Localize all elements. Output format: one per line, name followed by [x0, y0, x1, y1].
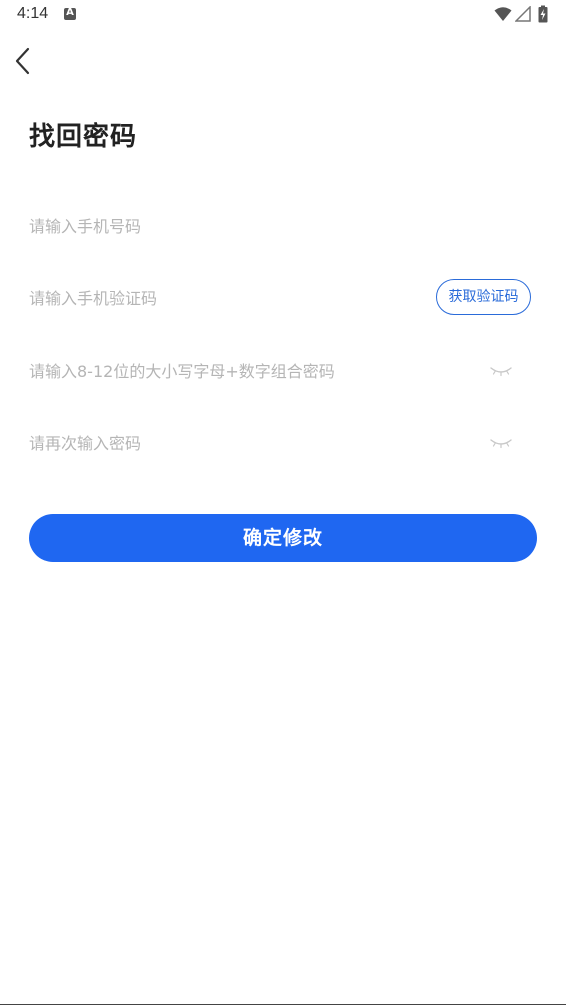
- page-title: 找回密码: [29, 122, 138, 152]
- code-row: 获取验证码: [29, 278, 537, 318]
- bottom-divider: [0, 1004, 566, 1005]
- password-input[interactable]: [29, 351, 469, 391]
- get-code-button[interactable]: 获取验证码: [436, 279, 531, 315]
- confirm-password-input[interactable]: [29, 423, 469, 463]
- confirm-change-button[interactable]: 确定修改: [29, 514, 537, 562]
- a-icon-letter: A: [66, 7, 74, 18]
- eye-closed-icon[interactable]: [489, 435, 513, 451]
- eye-closed-icon[interactable]: [489, 363, 513, 379]
- battery-charging-icon: [538, 5, 548, 23]
- signal-icon: [515, 6, 531, 22]
- back-button[interactable]: [10, 44, 40, 78]
- a-icon: A: [64, 7, 76, 20]
- status-bar: 4:14 A: [0, 0, 566, 30]
- verification-code-input[interactable]: [29, 278, 409, 318]
- phone-row: [29, 206, 537, 246]
- phone-input[interactable]: [29, 206, 469, 246]
- chevron-left-icon: [15, 47, 30, 75]
- password-row: [29, 351, 537, 391]
- confirm-password-row: [29, 423, 537, 463]
- wifi-icon: [494, 7, 512, 21]
- status-time: 4:14: [17, 5, 49, 22]
